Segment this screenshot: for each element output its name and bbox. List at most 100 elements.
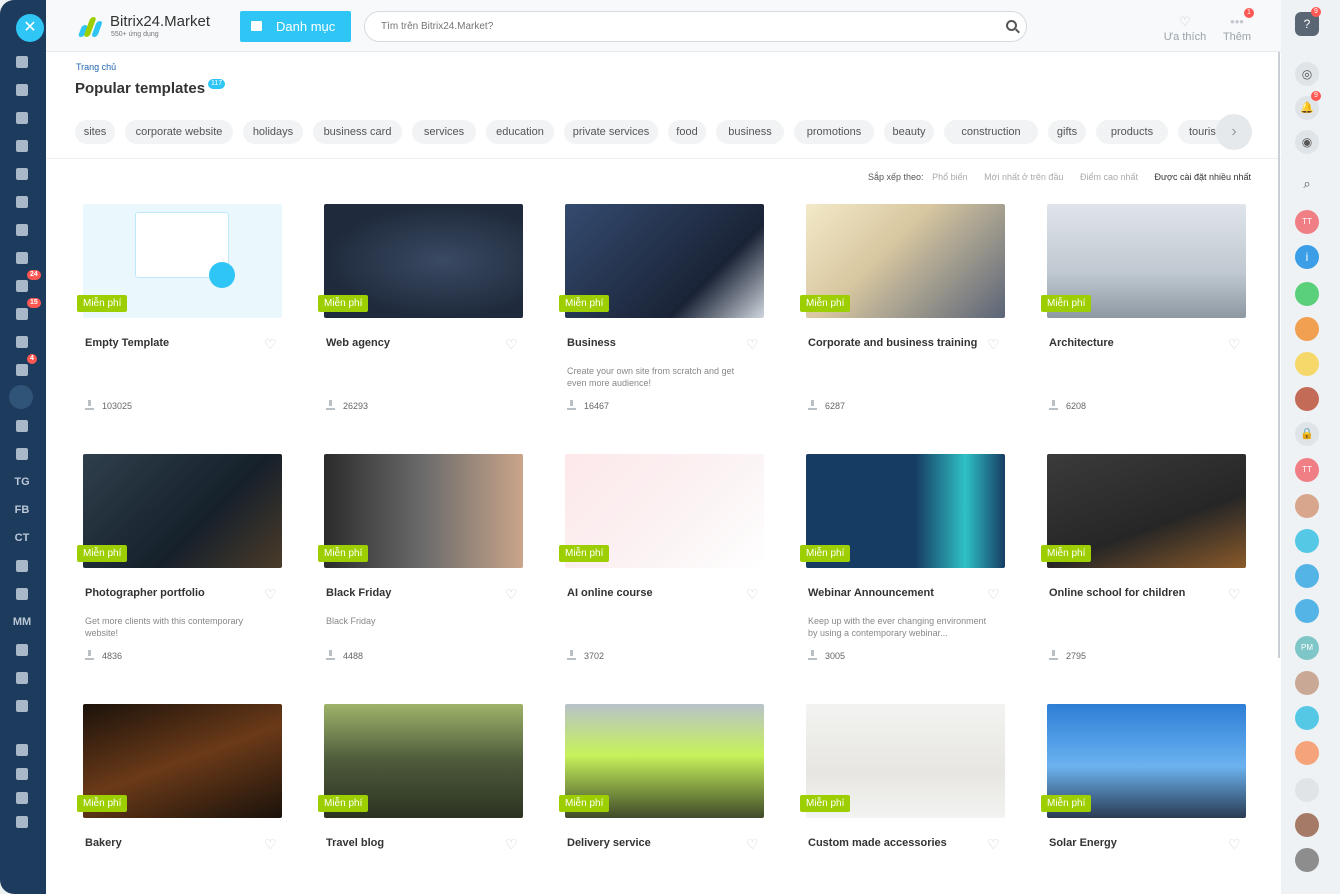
template-card[interactable]: Miễn phí AI online course ♡ 3702 — [559, 454, 764, 674]
card-title[interactable]: Custom made accessories — [808, 837, 978, 849]
heart-icon[interactable]: ♡ — [746, 587, 759, 601]
card-title[interactable]: Solar Energy — [1049, 837, 1219, 849]
sidebar-item-marketing[interactable] — [10, 332, 34, 352]
template-card[interactable]: Miễn phíTravel blog♡2469 — [318, 704, 523, 894]
info-icon[interactable]: i — [1295, 245, 1319, 269]
sidebar-item-documents[interactable] — [10, 136, 34, 156]
template-card[interactable]: Miễn phí Black Friday ♡ Black Friday 4488 — [318, 454, 523, 674]
more-button[interactable]: ••• Thêm 1 — [1212, 8, 1262, 43]
chat-icon[interactable] — [1295, 529, 1319, 553]
template-card[interactable]: Miễn phí Business ♡ Create your own site fr… — [559, 204, 764, 424]
heart-icon[interactable]: ♡ — [746, 837, 759, 851]
tag-chip[interactable]: products — [1096, 120, 1168, 144]
search-icon[interactable] — [1006, 20, 1017, 31]
help-icon[interactable]: ? 9 — [1295, 7, 1321, 36]
sidebar-item-company[interactable] — [10, 556, 34, 576]
tag-chip[interactable]: business — [716, 120, 784, 144]
avatar[interactable] — [1295, 848, 1319, 872]
sidebar-item-chat[interactable] — [10, 192, 34, 212]
template-card[interactable]: Miễn phí Architecture ♡ 6208 — [1041, 204, 1246, 424]
tag-chip[interactable]: private services — [564, 120, 658, 144]
tag-chip[interactable]: corporate website — [125, 120, 233, 144]
sidebar-item-fb[interactable]: FB — [10, 500, 34, 520]
avatar[interactable]: PM — [1295, 636, 1319, 660]
sidebar-item-robot[interactable] — [10, 416, 34, 436]
card-title[interactable]: Web agency — [326, 337, 496, 349]
chevron-right-icon[interactable]: › — [1216, 114, 1252, 150]
avatar[interactable]: TT — [1295, 458, 1319, 482]
avatar[interactable]: TT — [1295, 210, 1319, 234]
search-icon[interactable]: ⌕ — [1295, 172, 1319, 196]
sort-option-newest[interactable]: Mới nhất ở trên đầu — [984, 172, 1063, 182]
template-card[interactable]: Miễn phí Web agency ♡ 26293 — [318, 204, 523, 424]
sidebar-item-more[interactable] — [10, 696, 34, 716]
template-card[interactable]: Miễn phíDelivery service♡2182 — [559, 704, 764, 894]
card-title[interactable]: Photographer portfolio — [85, 587, 255, 599]
user-chat-icon[interactable] — [1295, 564, 1319, 588]
avatar[interactable] — [1295, 671, 1319, 695]
lock-icon[interactable]: 🔒 — [1295, 422, 1319, 446]
cart-icon[interactable] — [9, 385, 33, 409]
heart-icon[interactable]: ♡ — [264, 587, 277, 601]
sidebar-item-groups[interactable] — [10, 248, 34, 268]
heart-icon[interactable]: ♡ — [987, 337, 1000, 351]
card-title[interactable]: Travel blog — [326, 837, 496, 849]
card-title[interactable]: Black Friday — [326, 587, 496, 599]
sidebar-item-mm[interactable]: MM — [10, 612, 34, 632]
chat-group-icon[interactable] — [1295, 282, 1319, 306]
tag-chip[interactable]: beauty — [884, 120, 934, 144]
scrollbar[interactable] — [1278, 52, 1280, 658]
card-title[interactable]: Delivery service — [567, 837, 737, 849]
template-card[interactable]: Miễn phí Webinar Announcement ♡ Keep up wit… — [800, 454, 1005, 674]
tag-chip[interactable]: gifts — [1048, 120, 1086, 144]
template-card[interactable]: Miễn phíCustom made accessories♡2086 — [800, 704, 1005, 894]
card-title[interactable]: Bakery — [85, 837, 255, 849]
calendar-icon[interactable] — [1295, 706, 1319, 730]
sidebar-item-analytics[interactable] — [10, 640, 34, 660]
sidebar-item-forms[interactable] — [10, 668, 34, 688]
sidebar-item-contacts[interactable]: 4 — [10, 354, 37, 380]
tag-chip[interactable]: services — [412, 120, 476, 144]
cat-icon[interactable] — [1295, 778, 1319, 802]
user-chat-icon[interactable] — [1295, 599, 1319, 623]
sidebar-item-help[interactable] — [10, 740, 34, 760]
heart-icon[interactable]: ♡ — [746, 337, 759, 351]
avatar[interactable] — [1295, 813, 1319, 837]
tag-chip[interactable]: food — [668, 120, 706, 144]
sidebar-item-calendar[interactable] — [10, 108, 34, 128]
tag-chip[interactable]: business card — [313, 120, 402, 144]
tag-chip[interactable]: construction — [944, 120, 1038, 144]
heart-icon[interactable]: ♡ — [505, 587, 518, 601]
sort-option-most-installed[interactable]: Được cài đặt nhiều nhất — [1155, 172, 1251, 182]
heart-icon[interactable]: ♡ — [1228, 337, 1241, 351]
catalog-button[interactable]: Danh mục — [240, 11, 351, 42]
card-title[interactable]: Corporate and business training — [808, 337, 978, 349]
sidebar-item-add[interactable] — [10, 812, 34, 832]
tag-chip[interactable]: sites — [75, 120, 115, 144]
food-group-icon[interactable] — [1295, 317, 1319, 341]
template-card[interactable]: Miễn phíBakery♡2571 — [77, 704, 282, 894]
heart-icon[interactable]: ♡ — [987, 837, 1000, 851]
sidebar-item-drive[interactable] — [10, 164, 34, 184]
heart-icon[interactable]: ♡ — [1228, 587, 1241, 601]
sort-option-top-rated[interactable]: Điểm cao nhất — [1080, 172, 1138, 182]
avatar[interactable] — [1295, 494, 1319, 518]
group-icon[interactable] — [1295, 741, 1319, 765]
heart-icon[interactable]: ♡ — [505, 837, 518, 851]
sidebar-item-inventory[interactable] — [10, 444, 34, 464]
card-title[interactable]: Business — [567, 337, 737, 349]
bell-icon[interactable]: 🔔 9 — [1295, 91, 1321, 120]
sidebar-item-ct[interactable]: CT — [10, 528, 34, 548]
tag-chip[interactable]: holidays — [243, 120, 303, 144]
sidebar-item-structure[interactable] — [10, 764, 34, 784]
chat-bubble-icon[interactable]: ◉ — [1295, 130, 1319, 154]
heart-icon[interactable]: ♡ — [264, 337, 277, 351]
template-card[interactable]: Miễn phí Corporate and business training ♡… — [800, 204, 1005, 424]
sidebar-item-sign[interactable] — [10, 584, 34, 604]
tag-chip[interactable]: education — [486, 120, 554, 144]
heart-icon[interactable]: ♡ — [505, 337, 518, 351]
idea-icon[interactable] — [1295, 352, 1319, 376]
sidebar-item-crm[interactable]: 15 — [10, 298, 41, 324]
close-icon[interactable]: ✕ — [16, 14, 44, 42]
favorites-button[interactable]: ♡ Ưa thích — [1160, 15, 1210, 44]
